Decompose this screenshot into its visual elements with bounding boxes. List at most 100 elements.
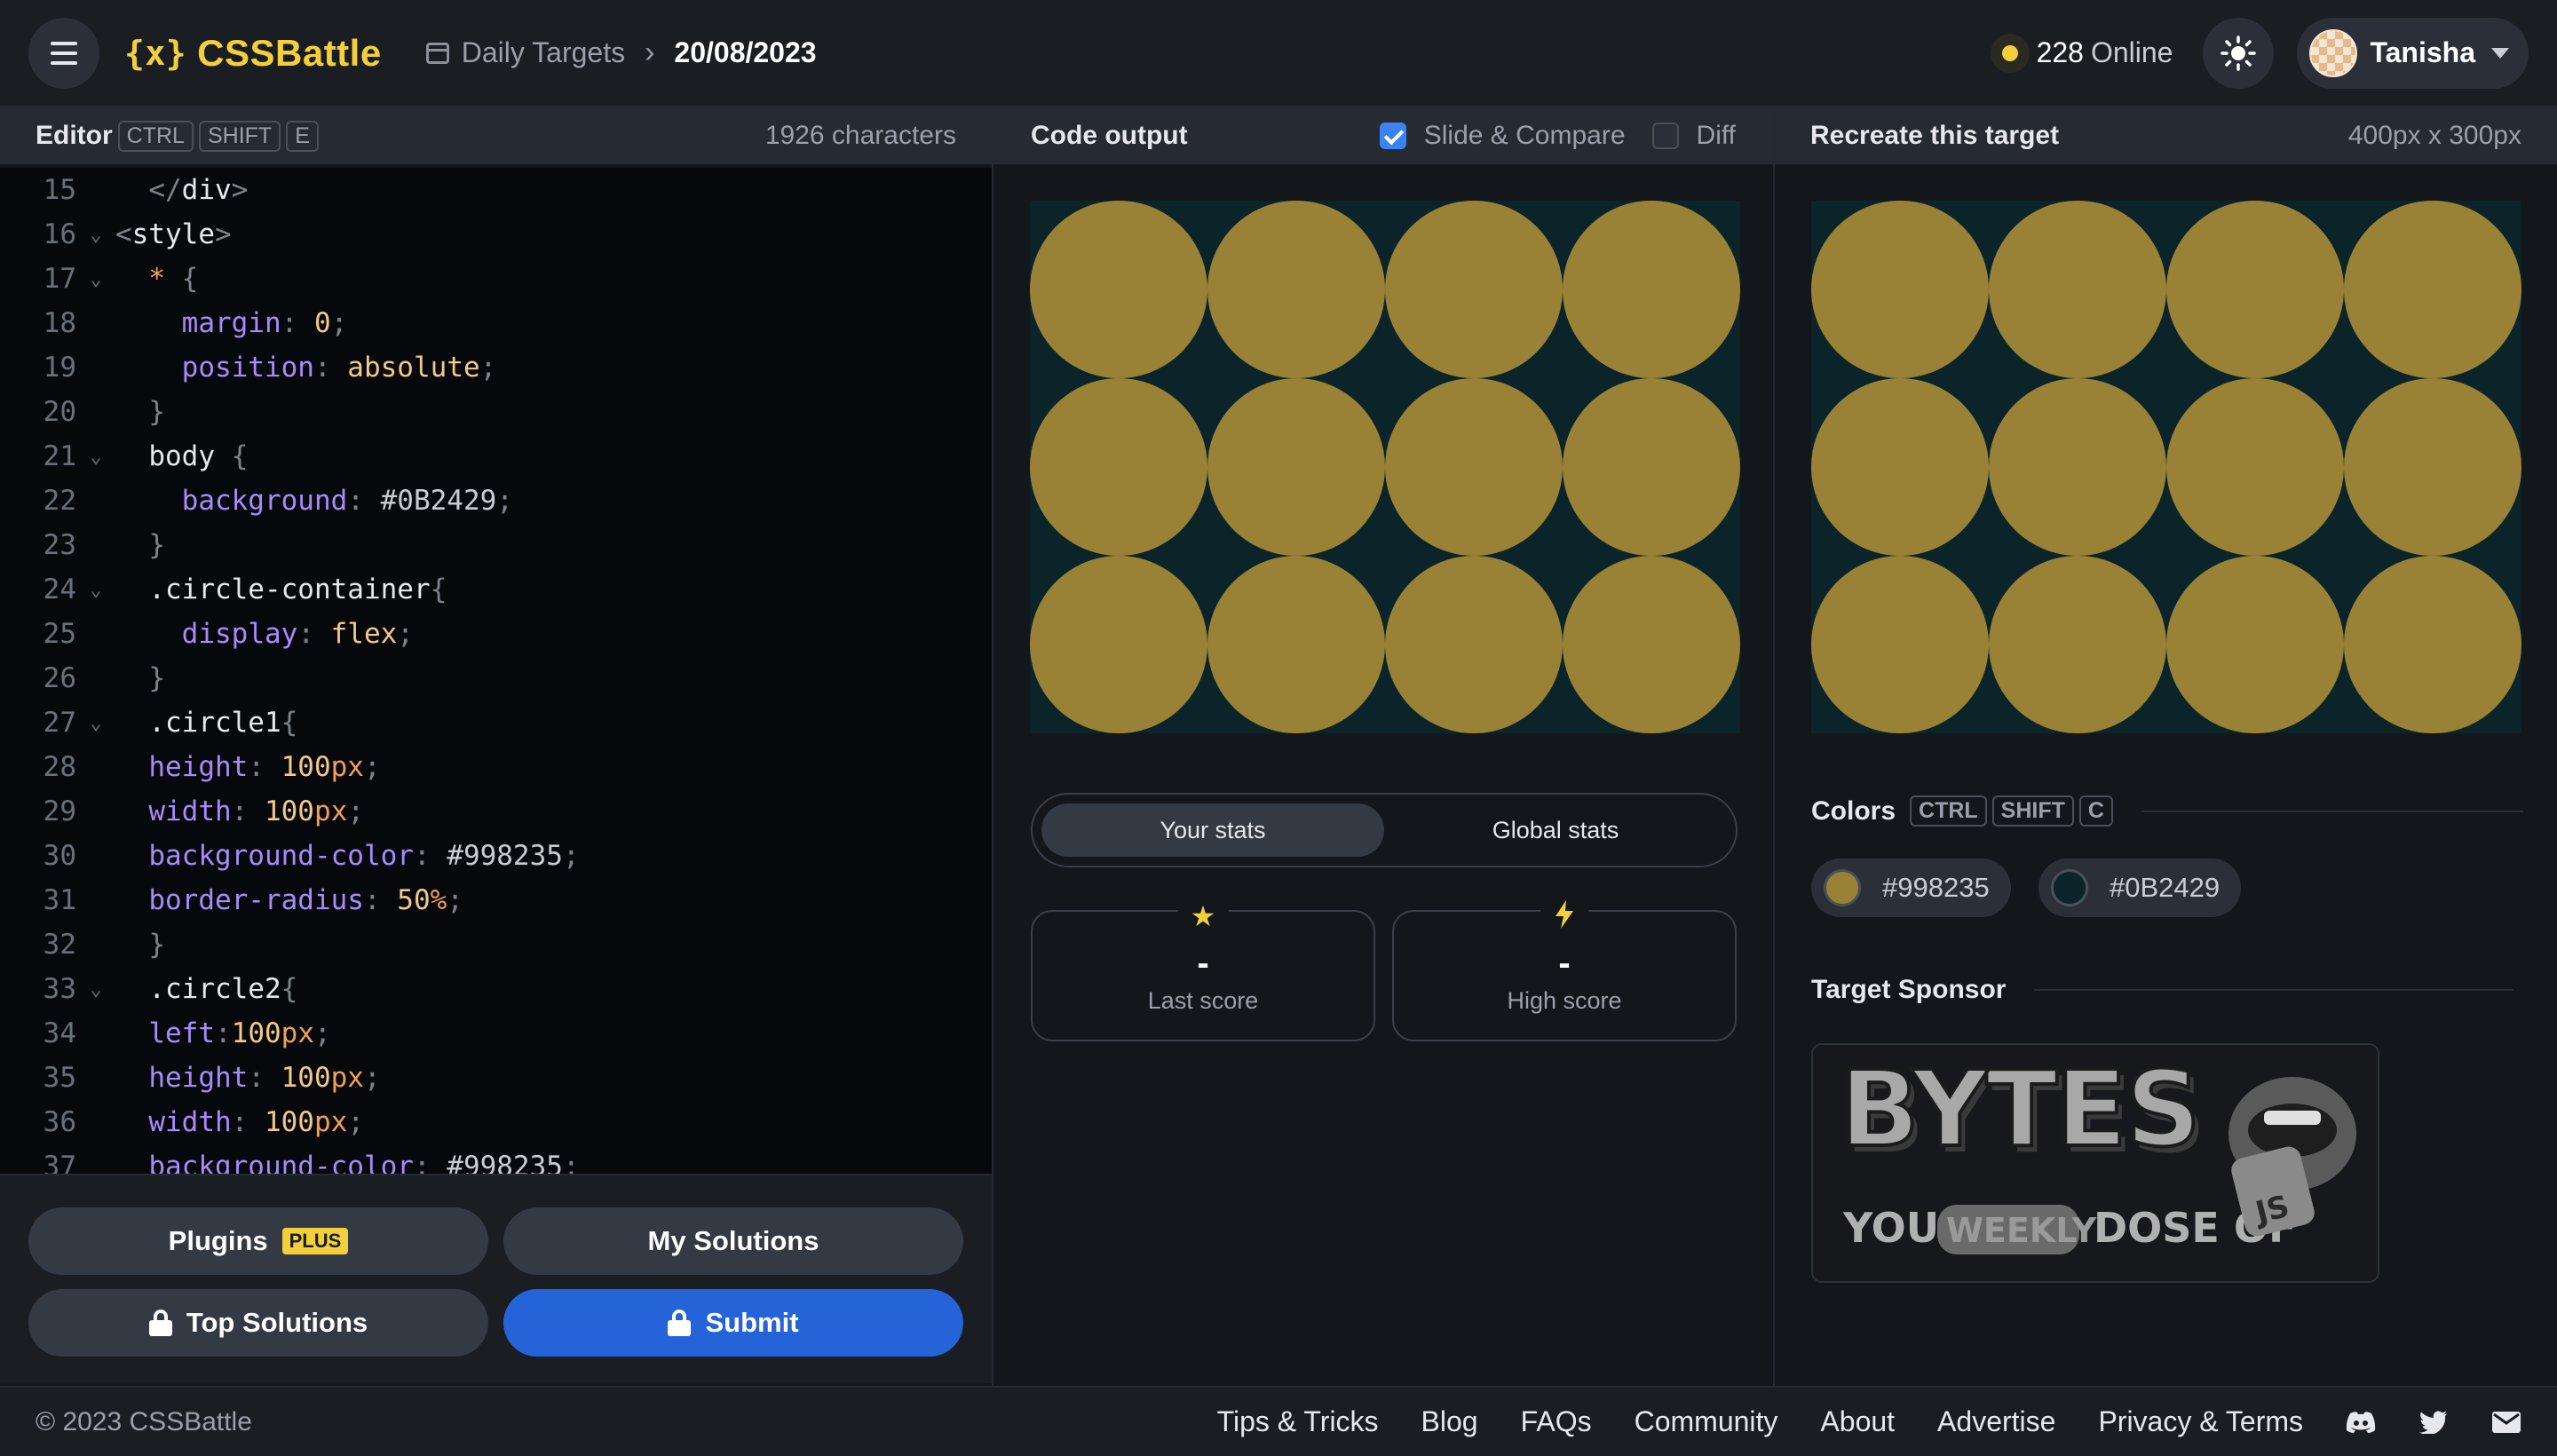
shortcut-key: CTRL [117,120,194,152]
code-line[interactable]: 18 margin: 0; [0,301,992,345]
code-line[interactable]: 23 } [0,523,992,567]
my-solutions-button[interactable]: My Solutions [503,1207,963,1275]
menu-button[interactable] [28,17,99,89]
code-token: > [231,174,249,206]
code-line[interactable]: 26 } [0,656,992,700]
code-line[interactable]: 35 height: 100 px; [0,1056,992,1100]
line-number: 22 [43,485,76,517]
code-line[interactable]: 21 ⌄ body { [0,434,992,479]
slide-compare-checkbox[interactable]: Slide & Compare [1379,121,1626,151]
code-token: background [115,485,348,517]
fold-chevron-icon[interactable]: ⌄ [76,268,115,290]
discord-icon[interactable] [2346,1410,2376,1435]
code-token: % [430,884,447,916]
plugins-label: Plugins [168,1225,268,1256]
code-line[interactable]: 19 position: absolute; [0,345,992,390]
footer-link-privacy[interactable]: Privacy & Terms [2098,1405,2303,1438]
code-line[interactable]: 33 ⌄ .circle2{ [0,967,992,1011]
top-solutions-button[interactable]: Top Solutions [28,1289,488,1357]
code-token: ; [347,795,364,827]
code-token: ; [562,840,580,872]
code-line[interactable]: 25 display: flex; [0,612,992,656]
theme-toggle-button[interactable] [2203,17,2275,89]
code-token: ; [496,485,513,517]
code-token: : [281,307,314,339]
fold-chevron-icon[interactable]: ⌄ [76,224,115,246]
bolt-icon [1540,899,1588,937]
code-token: .circle-container [115,574,431,605]
code-line[interactable]: 32 } [0,922,992,967]
fold-chevron-icon[interactable]: ⌄ [76,712,115,734]
line-number: 24 [43,574,76,605]
line-number: 26 [43,662,76,694]
breadcrumb-daily-targets[interactable]: Daily Targets [462,36,625,69]
line-number: 30 [43,840,76,872]
last-score-label: Last score [1147,987,1259,1014]
code-line[interactable]: 36 width: 100 px; [0,1100,992,1144]
diff-checkbox[interactable]: Diff [1651,121,1736,151]
diff-label: Diff [1696,121,1736,150]
line-number: 20 [43,396,76,428]
twitter-icon[interactable] [2418,1410,2449,1435]
code-token: .circle1 [115,707,281,739]
code-line[interactable]: 31 border-radius: 50%; [0,878,992,922]
code-token: border-radius [115,884,364,916]
code-line[interactable]: 34 left:100 px; [0,1011,992,1056]
code-line[interactable]: 29 width: 100 px; [0,789,992,834]
code-token: left [115,1017,215,1049]
plus-badge: PLUS [281,1228,349,1254]
user-menu[interactable]: Tanisha [2297,17,2529,89]
target-header: Recreate this target 400px x 300px [1775,107,2557,164]
fold-chevron-icon[interactable]: ⌄ [76,978,115,1001]
code-line[interactable]: 28 height: 100 px; [0,745,992,789]
code-line[interactable]: 20 } [0,390,992,434]
plugins-button[interactable]: Plugins PLUS [28,1207,488,1275]
tab-global-stats[interactable]: Global stats [1384,803,1727,857]
code-token: : [248,1062,281,1094]
tab-your-stats[interactable]: Your stats [1041,803,1384,857]
footer-link-about[interactable]: About [1820,1405,1895,1438]
color-swatch-button[interactable]: #998235 [1811,859,2011,917]
footer-link-blog[interactable]: Blog [1421,1405,1478,1438]
circle [1030,201,1207,378]
circle [1207,378,1385,556]
code-token: { [281,707,298,739]
code-line[interactable]: 22 background: #0B2429; [0,479,992,523]
editor-header: Editor CTRL SHIFT E 1926 characters [0,107,992,164]
target-image [1811,201,2521,733]
line-number: 17 [43,263,76,295]
footer-link-tips[interactable]: Tips & Tricks [1217,1405,1379,1438]
sponsor-banner[interactable]: BYTES BYTES YOUR WEEKLY DOSE OF JS [1811,1043,2379,1283]
circle [1385,378,1563,556]
footer-link-advertise[interactable]: Advertise [1937,1405,2055,1438]
footer-link-faqs[interactable]: FAQs [1521,1405,1592,1438]
code-line[interactable]: 27 ⌄ .circle1{ [0,700,992,745]
logo[interactable]: {x} CSSBattle [124,32,382,75]
code-line[interactable]: 15 </div > [0,168,992,212]
top-header: {x} CSSBattle Daily Targets › 20/08/2023… [0,0,2557,107]
line-number: 37 [43,1151,76,1174]
fold-chevron-icon[interactable]: ⌄ [76,579,115,601]
circle [1030,556,1207,733]
code-output-canvas[interactable] [1030,201,1740,733]
footer-link-community[interactable]: Community [1635,1405,1778,1438]
circle [2344,201,2521,378]
output-header: Code output Slide & Compare Diff [994,107,1773,164]
mail-icon[interactable] [2491,1410,2521,1435]
line-number: 27 [43,707,76,739]
code-line[interactable]: 17 ⌄ * { [0,257,992,301]
submit-button[interactable]: Submit [503,1289,963,1357]
color-swatch-button[interactable]: #0B2429 [2038,859,2242,917]
code-line[interactable]: 24 ⌄ .circle-container{ [0,567,992,612]
shortcut-key: CTRL [1910,795,1987,827]
code-token: { [181,263,199,295]
circle [1030,378,1207,556]
line-number: 16 [43,218,76,250]
code-line[interactable]: 37 background-color: #998235; [0,1144,992,1174]
code-token: px [313,1106,348,1138]
code-editor[interactable]: 15 </div >16 ⌄ < style >17 ⌄ * {18 margin: 0; 1… [0,168,992,1174]
submit-label: Submit [705,1307,799,1338]
code-line[interactable]: 16 ⌄ < style > [0,212,992,257]
code-line[interactable]: 30 background-color: #998235; [0,834,992,878]
fold-chevron-icon[interactable]: ⌄ [76,446,115,468]
